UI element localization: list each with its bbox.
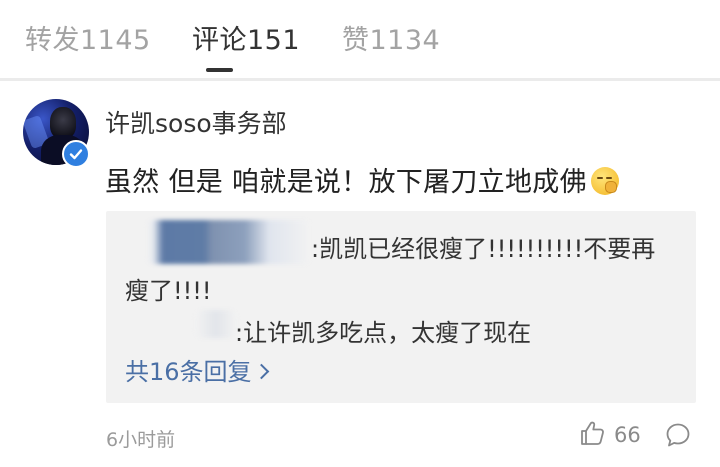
like-button[interactable]: 66 — [578, 420, 641, 450]
tab-comments[interactable]: 评论151 — [192, 18, 300, 57]
reply-text: :凯凯已经很瘦了!!!!!!!!!!不要再 — [311, 235, 656, 263]
reply-text-continued: 瘦了!!!! — [125, 277, 212, 305]
chevron-right-icon — [253, 363, 269, 380]
shushing-face-emoji — [590, 167, 619, 195]
reply-text: :让许凯多吃点，太瘦了现在 — [235, 319, 532, 347]
comment-body: 虽然 但是 咱就是说！放下屠刀立地成佛 — [105, 160, 619, 199]
active-tab-indicator — [206, 68, 233, 72]
more-replies-label: 共16条回复 — [125, 358, 252, 386]
tabs-divider — [0, 78, 720, 81]
comment-bubble-icon[interactable] — [664, 421, 692, 449]
tab-likes[interactable]: 赞1134 — [342, 18, 440, 57]
blurred-username — [147, 220, 310, 264]
username[interactable]: 许凯soso事务部 — [105, 104, 287, 140]
verified-badge-icon — [62, 140, 90, 168]
like-count: 66 — [614, 423, 641, 447]
blurred-username — [195, 310, 237, 338]
thumbs-up-icon — [578, 419, 606, 451]
view-more-replies-link[interactable]: 共16条回复 — [125, 352, 269, 387]
tab-reposts[interactable]: 转发1145 — [25, 18, 151, 57]
comment-text: 虽然 但是 咱就是说！放下屠刀立地成佛 — [105, 167, 587, 198]
timestamp: 6小时前 — [106, 429, 176, 451]
comment-tabs: 转发1145 评论151 赞1134 — [0, 0, 720, 78]
